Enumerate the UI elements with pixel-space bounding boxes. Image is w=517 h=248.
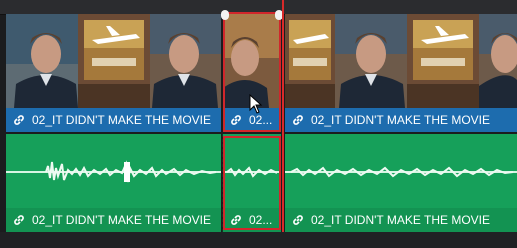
- thumbnail-speaker: [6, 14, 78, 108]
- audio-waveform: [285, 166, 517, 178]
- timeline[interactable]: 02_IT DIDN'T MAKE THE MOVIE 02... 02_IT …: [0, 0, 517, 248]
- clip-name: 02_IT DIDN'T MAKE THE MOVIE: [32, 213, 212, 227]
- video-clip-name-bar: 02_IT DIDN'T MAKE THE MOVIE: [285, 108, 517, 132]
- link-icon: [14, 215, 24, 225]
- audio-clip-left[interactable]: 02_IT DIDN'T MAKE THE MOVIE: [6, 134, 221, 232]
- thumbnail-poster: [285, 14, 335, 108]
- edit-point-line: [222, 134, 223, 232]
- clip-name: 02_IT DIDN'T MAKE THE MOVIE: [32, 113, 212, 127]
- audio-clip-name-bar: 02...: [223, 208, 281, 232]
- audio-waveform: [6, 160, 221, 183]
- pointer-cursor-icon: [249, 94, 263, 114]
- trim-handle-icon[interactable]: [221, 10, 229, 20]
- thumbnail-speaker: [335, 14, 407, 108]
- clip-name: 02_IT DIDN'T MAKE THE MOVIE: [311, 113, 491, 127]
- clip-name: 02...: [249, 113, 273, 127]
- video-clip-left[interactable]: 02_IT DIDN'T MAKE THE MOVIE: [6, 14, 221, 132]
- link-icon: [231, 215, 241, 225]
- video-clip-middle-selected[interactable]: 02...: [223, 14, 281, 132]
- video-thumbnails: [6, 14, 221, 108]
- track-footer: [0, 232, 517, 248]
- link-icon: [293, 115, 303, 125]
- video-clip-name-bar: 02_IT DIDN'T MAKE THE MOVIE: [6, 108, 221, 132]
- video-thumbnails: [285, 14, 517, 108]
- thumbnail-speaker: [479, 14, 517, 108]
- clip-name: 02_IT DIDN'T MAKE THE MOVIE: [311, 213, 491, 227]
- link-icon: [293, 215, 303, 225]
- thumbnail-speaker-2: [150, 14, 221, 108]
- link-icon: [14, 115, 24, 125]
- timeline-ruler-strip[interactable]: [0, 0, 517, 15]
- audio-clip-name-bar: 02_IT DIDN'T MAKE THE MOVIE: [285, 208, 517, 232]
- video-clip-right[interactable]: 02_IT DIDN'T MAKE THE MOVIE: [285, 14, 517, 132]
- playhead[interactable]: [282, 0, 284, 248]
- thumbnail-poster: [78, 14, 150, 108]
- audio-waveform: [223, 166, 281, 178]
- audio-clip-right[interactable]: 02_IT DIDN'T MAKE THE MOVIE: [285, 134, 517, 232]
- clip-name: 02...: [249, 213, 273, 227]
- audio-clip-middle-selected[interactable]: 02...: [223, 134, 281, 232]
- link-icon: [231, 115, 241, 125]
- audio-clip-name-bar: 02_IT DIDN'T MAKE THE MOVIE: [6, 208, 221, 232]
- thumbnail-poster: [407, 14, 479, 108]
